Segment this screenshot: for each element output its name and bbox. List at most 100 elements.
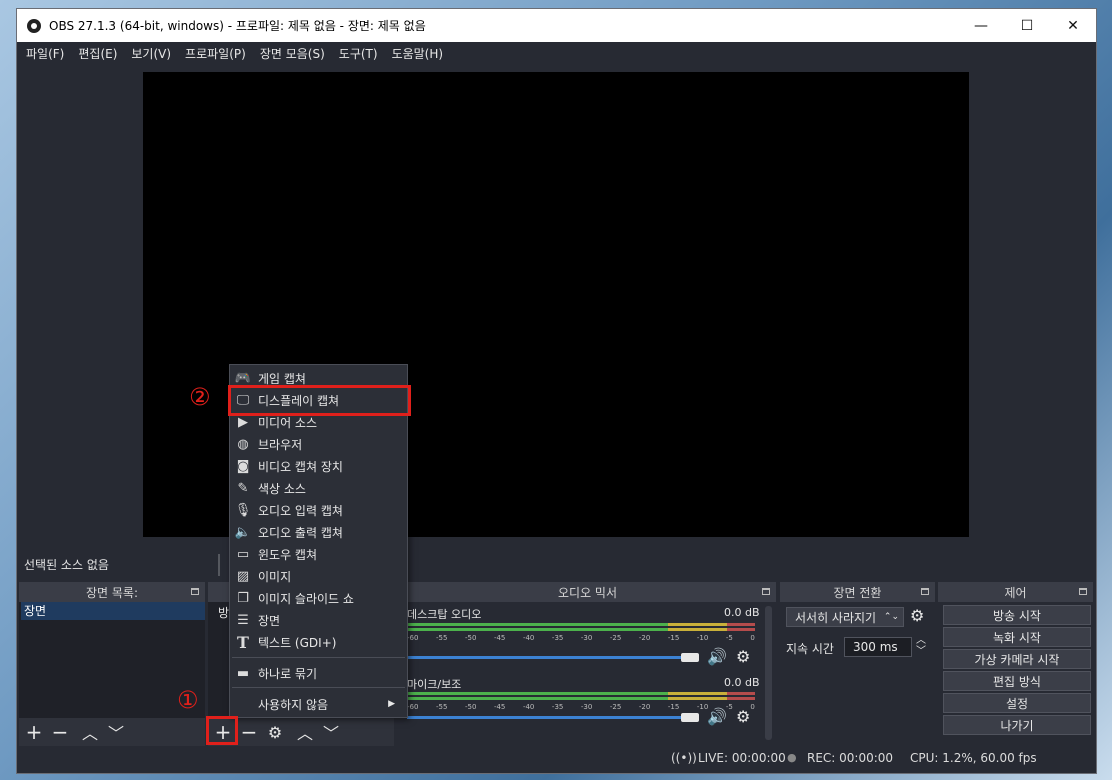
close-button[interactable]: ✕ xyxy=(1050,9,1096,42)
menu-profile[interactable]: 프로파일(P) xyxy=(178,45,253,62)
remove-source-button[interactable]: − xyxy=(236,720,262,744)
desktop-audio-speaker-icon[interactable]: 🔊 xyxy=(707,647,727,666)
mic-aux-volume-knob[interactable] xyxy=(681,713,699,722)
menu-item-label: 윈도우 캡쳐 xyxy=(258,547,318,562)
display-capture-highlight xyxy=(228,385,411,416)
settings-button[interactable]: 설정 xyxy=(943,693,1091,713)
menu-item-image[interactable]: ▨ 이미지 xyxy=(230,565,407,587)
source-down-button[interactable]: ﹀ xyxy=(318,720,344,744)
studio-mode-button[interactable]: 편집 방식 xyxy=(943,671,1091,691)
menu-item-browser[interactable]: ◍ 브라우저 xyxy=(230,433,407,455)
menu-item-text-gdi[interactable]: T 텍스트 (GDI+) xyxy=(230,631,407,653)
menu-item-label: 이미지 슬라이드 쇼 xyxy=(258,591,354,606)
menu-edit[interactable]: 편집(E) xyxy=(71,45,124,62)
menu-item-label: 사용하지 않음 xyxy=(258,697,329,712)
menu-item-deprecated[interactable]: 사용하지 않음 ▶ xyxy=(230,693,407,715)
add-source-button-highlight xyxy=(206,716,238,745)
menu-item-audio-output-capture[interactable]: 🔈 오디오 출력 캡쳐 xyxy=(230,521,407,543)
window-title: OBS 27.1.3 (64-bit, windows) - 프로파일: 제목 … xyxy=(49,19,426,33)
minimize-button[interactable]: — xyxy=(958,9,1004,42)
menu-item-label: 장면 xyxy=(258,613,281,628)
duration-stepper-icon[interactable]: ︿ ﹀ xyxy=(916,635,926,657)
microphone-icon: 🎙 xyxy=(234,502,252,518)
tick: -30 xyxy=(580,703,593,711)
start-recording-button[interactable]: 녹화 시작 xyxy=(943,627,1091,647)
float-dock-icon[interactable] xyxy=(762,588,770,595)
menu-item-audio-input-capture[interactable]: 🎙 오디오 입력 캡쳐 xyxy=(230,499,407,521)
remove-scene-button[interactable]: − xyxy=(47,720,73,744)
obs-window: OBS 27.1.3 (64-bit, windows) - 프로파일: 제목 … xyxy=(16,8,1097,774)
desktop-audio-ticks: -60 -55 -50 -45 -40 -35 -30 -25 -20 -15 … xyxy=(407,634,755,642)
rec-time: REC: 00:00:00 xyxy=(807,751,894,765)
scenes-title: 장면 목록: xyxy=(85,585,139,600)
scene-item[interactable]: 장면 xyxy=(21,602,205,620)
tick: -35 xyxy=(551,634,564,642)
tick: -30 xyxy=(580,634,593,642)
float-dock-icon[interactable] xyxy=(191,588,199,595)
scene-up-button[interactable]: ︿ xyxy=(77,720,103,744)
menu-item-label: 오디오 출력 캡쳐 xyxy=(258,525,343,540)
start-streaming-button[interactable]: 방송 시작 xyxy=(943,605,1091,625)
mic-aux-gear-icon[interactable]: ⚙ xyxy=(736,707,750,726)
menu-item-image-slideshow[interactable]: ❐ 이미지 슬라이드 쇼 xyxy=(230,587,407,609)
controls-dock-title: 제어 xyxy=(938,582,1093,602)
mic-aux-ticks: -60 -55 -50 -45 -40 -35 -30 -25 -20 -15 … xyxy=(407,703,755,711)
divider xyxy=(218,554,220,576)
transition-gear-icon[interactable]: ⚙ xyxy=(910,606,924,625)
tick: -25 xyxy=(609,703,622,711)
mic-aux-label: 마이크/보조 xyxy=(407,678,462,691)
float-dock-icon[interactable] xyxy=(1079,588,1087,595)
maximize-button[interactable]: ☐ xyxy=(1004,9,1050,42)
menu-item-label: 이미지 xyxy=(258,569,292,584)
float-dock-icon[interactable] xyxy=(921,588,929,595)
desktop-audio-volume-slider[interactable] xyxy=(407,656,691,659)
add-scene-button[interactable]: + xyxy=(21,720,47,744)
menu-tools[interactable]: 도구(T) xyxy=(332,45,385,62)
tick: -40 xyxy=(522,634,535,642)
mic-aux-volume-slider[interactable] xyxy=(407,716,691,719)
menu-item-window-capture[interactable]: ▭ 윈도우 캡쳐 xyxy=(230,543,407,565)
audio-mixer-scrollbar[interactable] xyxy=(765,606,772,740)
source-up-button[interactable]: ︿ xyxy=(292,720,318,744)
mic-aux-meter xyxy=(407,692,755,695)
mic-aux-db: 0.0 dB xyxy=(724,676,760,689)
tick: -60 xyxy=(407,634,419,642)
exit-button[interactable]: 나가기 xyxy=(943,715,1091,735)
desktop-audio-volume-knob[interactable] xyxy=(681,653,699,662)
add-source-context-menu: 🎮 게임 캡쳐 🖵 디스플레이 캡쳐 ▶ 미디어 소스 ◍ 브라우저 ◙ 비디오… xyxy=(229,364,408,718)
transition-select[interactable]: 서서히 사라지기 ⌃⌄ xyxy=(786,607,904,627)
menu-item-label: 하나로 묶기 xyxy=(258,666,318,681)
menu-item-video-capture-device[interactable]: ◙ 비디오 캡쳐 장치 xyxy=(230,455,407,477)
menu-scene-collection[interactable]: 장면 모음(S) xyxy=(253,45,332,62)
play-icon: ▶ xyxy=(238,414,248,430)
live-time: LIVE: 00:00:00 xyxy=(698,751,786,765)
tick: -55 xyxy=(435,634,448,642)
duration-label: 지속 시간 xyxy=(786,642,834,656)
controls-title: 제어 xyxy=(1004,585,1027,600)
tick: 0 xyxy=(750,634,755,642)
start-virtual-camera-button[interactable]: 가상 카메라 시작 xyxy=(943,649,1091,669)
menu-item-group[interactable]: ▬ 하나로 묶기 xyxy=(230,662,407,684)
menu-view[interactable]: 보기(V) xyxy=(124,45,178,62)
slideshow-icon: ❐ xyxy=(237,590,249,606)
menu-item-label: 브라우저 xyxy=(258,437,303,452)
menu-help[interactable]: 도움말(H) xyxy=(385,45,451,62)
tick: -45 xyxy=(493,634,506,642)
menu-separator xyxy=(232,687,405,688)
menu-item-scene[interactable]: ☰ 장면 xyxy=(230,609,407,631)
no-source-selected-label: 선택된 소스 없음 xyxy=(24,557,109,572)
menu-item-color-source[interactable]: ✎ 색상 소스 xyxy=(230,477,407,499)
list-icon: ☰ xyxy=(237,612,249,628)
menu-file[interactable]: 파일(F) xyxy=(19,45,71,62)
duration-input[interactable]: 300 ms xyxy=(844,637,912,657)
submenu-arrow-icon: ▶ xyxy=(388,699,395,709)
source-properties-gear-icon[interactable]: ⚙ xyxy=(262,720,288,744)
desktop-audio-gear-icon[interactable]: ⚙ xyxy=(736,647,750,666)
image-icon: ▨ xyxy=(236,568,250,584)
menu-separator xyxy=(232,657,405,658)
tick: 0 xyxy=(750,703,755,711)
mic-aux-speaker-icon[interactable]: 🔊 xyxy=(707,707,727,726)
scene-down-button[interactable]: ﹀ xyxy=(103,720,129,744)
status-bar: ((•)) LIVE: 00:00:00 ● REC: 00:00:00 CPU… xyxy=(17,746,1096,771)
step-2-marker: ② xyxy=(189,383,211,411)
